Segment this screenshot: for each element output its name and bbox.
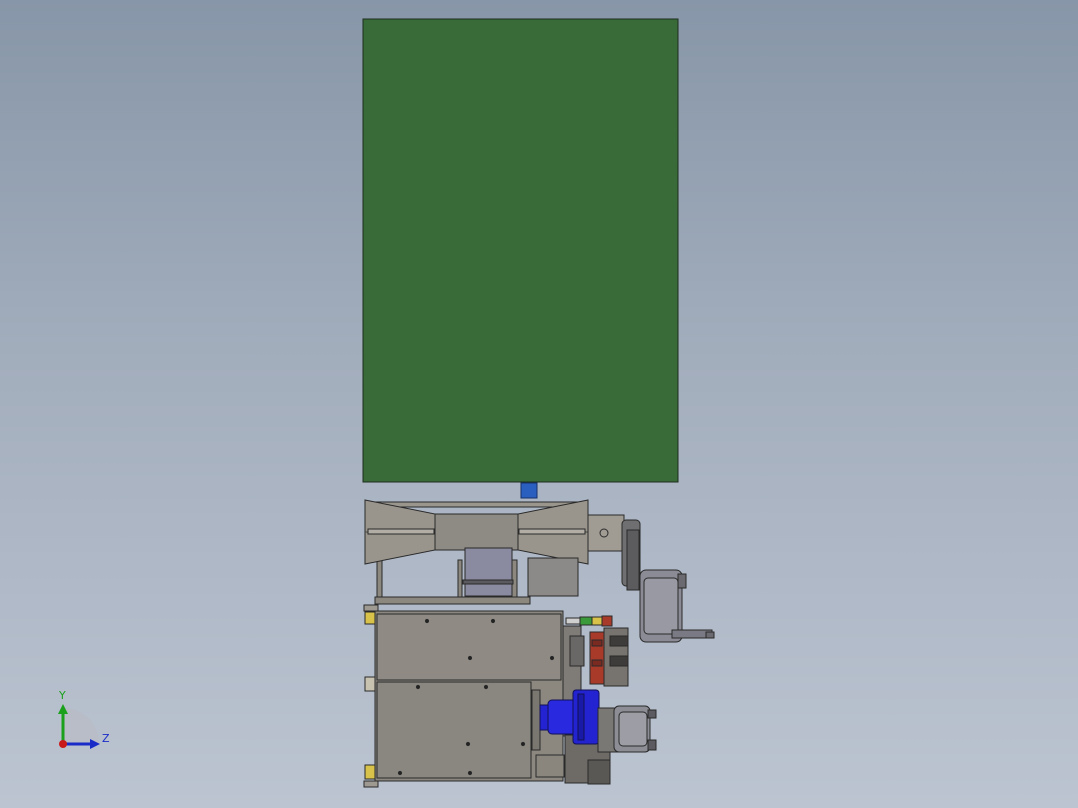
upper-frame-assembly[interactable]	[364, 499, 589, 605]
blue-connector[interactable]	[520, 482, 538, 499]
axis-label-y: Y	[59, 689, 66, 702]
lower-cabinet[interactable]	[363, 604, 565, 788]
cad-viewport[interactable]	[0, 0, 1078, 808]
axis-label-z: Z	[102, 732, 110, 745]
lower-gear-housing[interactable]	[597, 705, 657, 753]
coordinate-triad-icon	[58, 704, 100, 749]
indicator-rod[interactable]	[565, 615, 613, 627]
green-panel[interactable]	[362, 18, 679, 483]
